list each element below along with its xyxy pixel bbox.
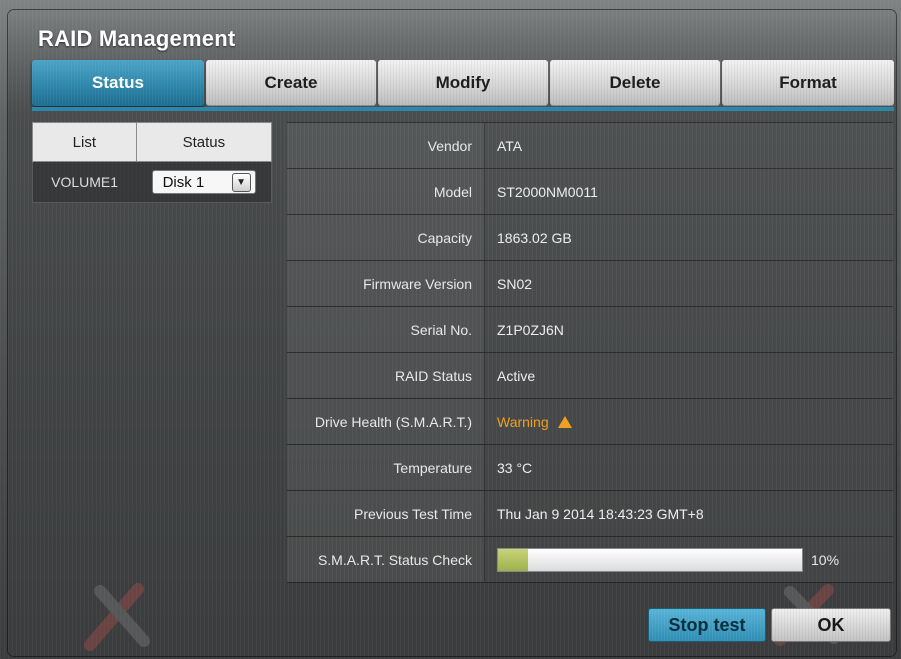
disk-select-value: Disk 1: [162, 173, 205, 191]
disk-details-table: Vendor ATA Model ST2000NM0011 Capacity 1…: [287, 122, 893, 583]
detail-value: ATA: [485, 123, 893, 168]
detail-row-temperature: Temperature 33 °C: [287, 445, 893, 491]
detail-label: RAID Status: [287, 353, 485, 398]
tab-status[interactable]: Status: [32, 60, 204, 106]
detail-label: Capacity: [287, 215, 485, 260]
detail-row-raid-status: RAID Status Active: [287, 353, 893, 399]
detail-label: Vendor: [287, 123, 485, 168]
list-item[interactable]: VOLUME1 Disk 1 ▼: [32, 162, 272, 203]
detail-label: Firmware Version: [287, 261, 485, 306]
tab-underline: [32, 107, 894, 111]
status-column-header: Status: [136, 122, 272, 162]
detail-label: Serial No.: [287, 307, 485, 352]
tab-delete[interactable]: Delete: [550, 60, 720, 106]
stop-test-button[interactable]: Stop test: [648, 608, 766, 642]
tab-format[interactable]: Format: [722, 60, 894, 106]
detail-label: Previous Test Time: [287, 491, 485, 536]
detail-value: SN02: [485, 261, 893, 306]
detail-value: Thu Jan 9 2014 18:43:23 GMT+8: [485, 491, 893, 536]
detail-value: Z1P0ZJ6N: [485, 307, 893, 352]
volume-name: VOLUME1: [51, 174, 119, 190]
detail-row-model: Model ST2000NM0011: [287, 169, 893, 215]
tab-modify[interactable]: Modify: [378, 60, 548, 106]
detail-label: S.M.A.R.T. Status Check: [287, 537, 485, 582]
detail-value: Active: [485, 353, 893, 398]
disk-select-dropdown[interactable]: Disk 1 ▼: [151, 170, 256, 194]
watermark-logo-icon: [84, 583, 150, 651]
detail-row-previous-test: Previous Test Time Thu Jan 9 2014 18:43:…: [287, 491, 893, 537]
detail-row-serial: Serial No. Z1P0ZJ6N: [287, 307, 893, 353]
disk-select-cell: Disk 1 ▼: [136, 162, 271, 202]
detail-value: 10%: [485, 537, 893, 582]
detail-row-capacity: Capacity 1863.02 GB: [287, 215, 893, 261]
detail-row-drive-health: Drive Health (S.M.A.R.T.) Warning: [287, 399, 893, 445]
detail-label: Drive Health (S.M.A.R.T.): [287, 399, 485, 444]
detail-value: ST2000NM0011: [485, 169, 893, 214]
progress-fill: [498, 548, 529, 571]
tab-create[interactable]: Create: [206, 60, 376, 106]
warning-triangle-icon: [557, 415, 572, 428]
dialog-title: RAID Management: [38, 26, 236, 51]
volume-list-panel: List Status VOLUME1 Disk 1 ▼: [32, 122, 272, 203]
progress-percent: 10%: [811, 551, 840, 568]
tab-bar: Status Create Modify Delete Format: [32, 60, 894, 108]
drive-health-status: Warning: [497, 413, 549, 430]
detail-value: 1863.02 GB: [485, 215, 893, 260]
detail-value: Warning: [485, 399, 893, 444]
detail-row-firmware: Firmware Version SN02: [287, 261, 893, 307]
smart-check-progress-bar: [497, 547, 803, 572]
list-column-header: List: [32, 122, 137, 162]
detail-label: Model: [287, 169, 485, 214]
detail-value: 33 °C: [485, 445, 893, 490]
detail-label: Temperature: [287, 445, 485, 490]
detail-row-smart-check: S.M.A.R.T. Status Check 10%: [287, 537, 893, 583]
ok-button[interactable]: OK: [771, 608, 891, 642]
detail-row-vendor: Vendor ATA: [287, 122, 893, 169]
chevron-down-icon[interactable]: ▼: [231, 172, 251, 192]
list-header: List Status: [32, 122, 272, 162]
